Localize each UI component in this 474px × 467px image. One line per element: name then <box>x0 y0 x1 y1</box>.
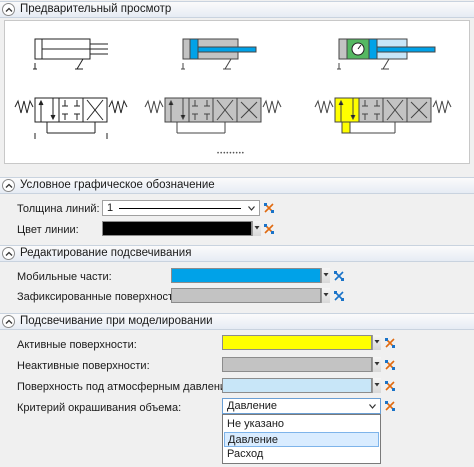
fixed-surfaces-swatch[interactable] <box>171 288 321 303</box>
line-color-label: Цвет линии: <box>17 224 79 236</box>
cylinder-symbol-simulated <box>337 38 436 70</box>
atm-surface-swatch[interactable] <box>222 378 372 393</box>
option-pressure[interactable]: Давление <box>224 432 379 447</box>
line-width-value: 1 <box>107 202 114 214</box>
line-color-dropdown[interactable] <box>252 221 261 236</box>
preview-panel: ••••••••• <box>4 20 470 164</box>
reset-icon[interactable] <box>384 337 396 349</box>
section-title: Редактирование подсвечивания <box>20 247 192 259</box>
fixed-surfaces-dropdown[interactable] <box>321 288 330 303</box>
collapse-chevron-icon[interactable] <box>2 247 15 260</box>
reset-icon[interactable] <box>333 290 345 302</box>
inactive-surfaces-swatch[interactable] <box>222 357 372 372</box>
chevron-down-icon <box>248 206 255 211</box>
preview-symbols <box>14 38 452 139</box>
chevron-down-icon <box>369 404 376 409</box>
valve-symbol-colored <box>144 97 282 134</box>
line-width-select[interactable]: 1 <box>102 200 260 216</box>
inactive-surfaces-dropdown[interactable] <box>372 357 381 372</box>
fixed-surfaces-label: Зафиксированные поверхности: <box>17 291 183 303</box>
section-title: Предварительный просмотр <box>20 3 172 15</box>
active-surfaces-label: Активные поверхности: <box>17 339 137 351</box>
atm-surface-label: Поверхность под атмосферным давлением: <box>17 381 243 393</box>
section-title: Условное графическое обозначение <box>20 179 215 191</box>
highlight-edit-section-header[interactable]: Редактирование подсвечивания <box>0 245 474 262</box>
cylinder-symbol-plain <box>33 38 108 70</box>
active-surfaces-dropdown[interactable] <box>372 335 381 350</box>
volume-criterion-select[interactable]: Давление <box>222 398 381 414</box>
moving-parts-swatch[interactable] <box>171 268 321 283</box>
line-color-swatch[interactable] <box>102 221 252 236</box>
symbol-section-header[interactable]: Условное графическое обозначение <box>0 177 474 194</box>
reset-icon[interactable] <box>384 400 396 412</box>
collapse-chevron-icon[interactable] <box>2 179 15 192</box>
reset-icon[interactable] <box>333 270 345 282</box>
active-surfaces-swatch[interactable] <box>222 335 372 350</box>
reset-icon[interactable] <box>384 380 396 392</box>
option-not-specified[interactable]: Не указано <box>224 417 379 432</box>
collapse-chevron-icon[interactable] <box>2 3 15 16</box>
moving-parts-label: Мобильные части: <box>17 271 112 283</box>
line-width-sample <box>119 208 241 209</box>
sim-highlight-section-header[interactable]: Подсвечивание при моделировании <box>0 313 474 330</box>
inactive-surfaces-label: Неактивные поверхности: <box>17 360 150 372</box>
reset-icon[interactable] <box>263 223 275 235</box>
reset-icon[interactable] <box>263 202 275 214</box>
reset-icon[interactable] <box>384 359 396 371</box>
volume-criterion-options: Не указано Давление Расход <box>222 414 381 464</box>
cylinder-symbol-colored <box>181 38 257 70</box>
volume-criterion-label: Критерий окрашивания объема: <box>17 402 182 414</box>
collapse-chevron-icon[interactable] <box>2 315 15 328</box>
volume-criterion-value: Давление <box>227 400 278 412</box>
preview-section-header[interactable]: Предварительный просмотр <box>0 1 474 18</box>
line-width-label: Толщина линий: <box>17 203 100 215</box>
valve-symbol-simulated <box>314 97 452 134</box>
preview-pager-dots[interactable]: ••••••••• <box>217 151 245 157</box>
section-title: Подсвечивание при моделировании <box>20 315 213 327</box>
option-flow[interactable]: Расход <box>224 447 379 462</box>
valve-symbol-plain <box>14 97 128 139</box>
moving-parts-dropdown[interactable] <box>321 268 330 283</box>
atm-surface-dropdown[interactable] <box>372 378 381 393</box>
